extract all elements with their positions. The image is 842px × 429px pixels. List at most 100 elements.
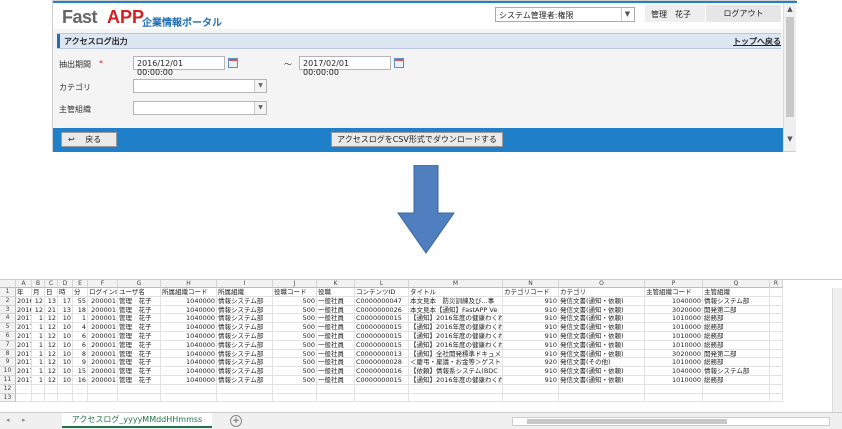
table-cell[interactable] [770,305,783,315]
table-cell[interactable]: 200001 [88,349,118,359]
table-cell[interactable]: 発信文書(その他) [559,358,645,368]
category-select[interactable]: ▼ [133,79,267,93]
row-header[interactable]: 1 [0,288,16,297]
table-cell[interactable]: 1 [32,367,45,376]
table-cell[interactable]: 500 [273,296,317,306]
table-cell[interactable]: 1 [32,349,45,359]
table-cell[interactable]: 8 [73,349,88,359]
column-header[interactable]: C [45,280,58,288]
table-cell[interactable]: 200001 [88,296,118,306]
table-cell[interactable]: 12 [45,340,58,350]
table-cell[interactable]: 10 [58,376,73,385]
table-cell[interactable]: 1040000 [161,367,217,376]
table-cell[interactable]: 発信文書(通知・依頼) [559,305,645,315]
table-cell[interactable]: 910 [503,323,559,332]
table-cell[interactable]: 1040000 [161,296,217,306]
table-cell[interactable] [317,393,355,403]
table-cell[interactable]: 55 [73,296,88,306]
table-cell[interactable]: 管理 花子 [118,340,161,350]
table-cell[interactable]: 500 [273,314,317,324]
table-cell[interactable]: 【依頼】情報系システム(BDC [409,367,503,376]
table-cell[interactable] [770,376,783,385]
header-cell[interactable]: ログインID [88,288,118,297]
table-cell[interactable]: 10 [58,314,73,324]
table-cell[interactable]: 910 [503,340,559,350]
table-cell[interactable]: 16 [73,376,88,385]
table-cell[interactable]: 発信文書(通知・依頼) [559,314,645,324]
header-cell[interactable]: 時 [58,288,73,297]
calendar-icon[interactable] [394,58,404,68]
table-cell[interactable]: 情報システム部 [217,349,273,359]
column-header[interactable]: L [355,280,409,288]
table-cell[interactable] [118,384,161,394]
vertical-scrollbar[interactable]: ▲ ▼ [783,3,796,151]
table-cell[interactable]: 一般社員 [317,305,355,315]
table-cell[interactable]: 10 [58,358,73,368]
table-cell[interactable] [273,384,317,394]
table-cell[interactable]: 総務部 [703,340,770,350]
table-cell[interactable] [73,384,88,394]
column-header[interactable]: G [118,280,161,288]
header-cell[interactable]: ユーザ名 [118,288,161,297]
table-cell[interactable] [409,393,503,403]
table-cell[interactable] [559,384,645,394]
table-cell[interactable]: 2017 [16,323,32,332]
table-cell[interactable]: 情報システム部 [217,332,273,341]
table-cell[interactable] [217,393,273,403]
table-cell[interactable]: 500 [273,340,317,350]
table-cell[interactable]: 12 [45,367,58,376]
table-cell[interactable]: 1010000 [645,323,703,332]
table-cell[interactable]: 開発第二部 [703,349,770,359]
table-cell[interactable]: 910 [503,314,559,324]
table-cell[interactable]: 12 [32,296,45,306]
table-cell[interactable]: 2017 [16,376,32,385]
table-cell[interactable]: 9 [73,358,88,368]
table-cell[interactable] [770,367,783,376]
csv-download-button[interactable]: アクセスログをCSV形式でダウンロードする [331,132,503,147]
table-cell[interactable]: 1040000 [161,340,217,350]
table-cell[interactable]: 12 [45,376,58,385]
table-cell[interactable]: 910 [503,367,559,376]
table-cell[interactable]: 17 [58,296,73,306]
table-cell[interactable]: 15 [73,367,88,376]
table-cell[interactable]: 【通知】2016年度の健康わくわ [409,323,503,332]
table-cell[interactable] [770,323,783,332]
table-cell[interactable]: 【通知】2016年度の健康わくわ [409,314,503,324]
back-to-top-link[interactable]: トップへ戻る [733,36,781,47]
table-cell[interactable]: 1040000 [161,358,217,368]
column-header[interactable]: M [409,280,503,288]
prev-sheet-icon[interactable]: ◂ [6,416,10,424]
table-cell[interactable]: 1040000 [161,376,217,385]
table-cell[interactable]: 1010000 [645,332,703,341]
table-cell[interactable]: C0000000016 [355,367,409,376]
header-cell[interactable]: 分 [73,288,88,297]
table-cell[interactable]: 1040000 [645,367,703,376]
table-cell[interactable] [770,332,783,341]
table-cell[interactable]: C0000000015 [355,376,409,385]
table-cell[interactable]: 500 [273,349,317,359]
table-cell[interactable] [273,393,317,403]
logout-button[interactable]: ログアウト [705,5,781,22]
table-cell[interactable]: 一般社員 [317,314,355,324]
table-cell[interactable]: 総務部 [703,332,770,341]
table-cell[interactable]: 200001 [88,305,118,315]
column-header[interactable]: R [770,280,783,288]
table-cell[interactable]: 910 [503,349,559,359]
table-cell[interactable] [88,384,118,394]
table-cell[interactable]: 管理 花子 [118,305,161,315]
table-cell[interactable]: 3020000 [645,305,703,315]
table-cell[interactable]: 500 [273,305,317,315]
table-cell[interactable] [770,358,783,368]
table-cell[interactable]: 発信文書(通知・依頼) [559,349,645,359]
table-cell[interactable] [58,393,73,403]
table-cell[interactable]: 1 [32,376,45,385]
column-header[interactable]: J [273,280,317,288]
table-cell[interactable]: 1010000 [645,314,703,324]
table-cell[interactable]: 【通知】2016年度の健康わくわ [409,376,503,385]
table-cell[interactable]: 情報システム部 [217,367,273,376]
table-cell[interactable]: C0000000015 [355,323,409,332]
column-header[interactable]: A [16,280,32,288]
header-cell[interactable]: 役職コード [273,288,317,297]
row-header[interactable]: 4 [0,314,16,324]
table-cell[interactable]: 12 [45,358,58,368]
